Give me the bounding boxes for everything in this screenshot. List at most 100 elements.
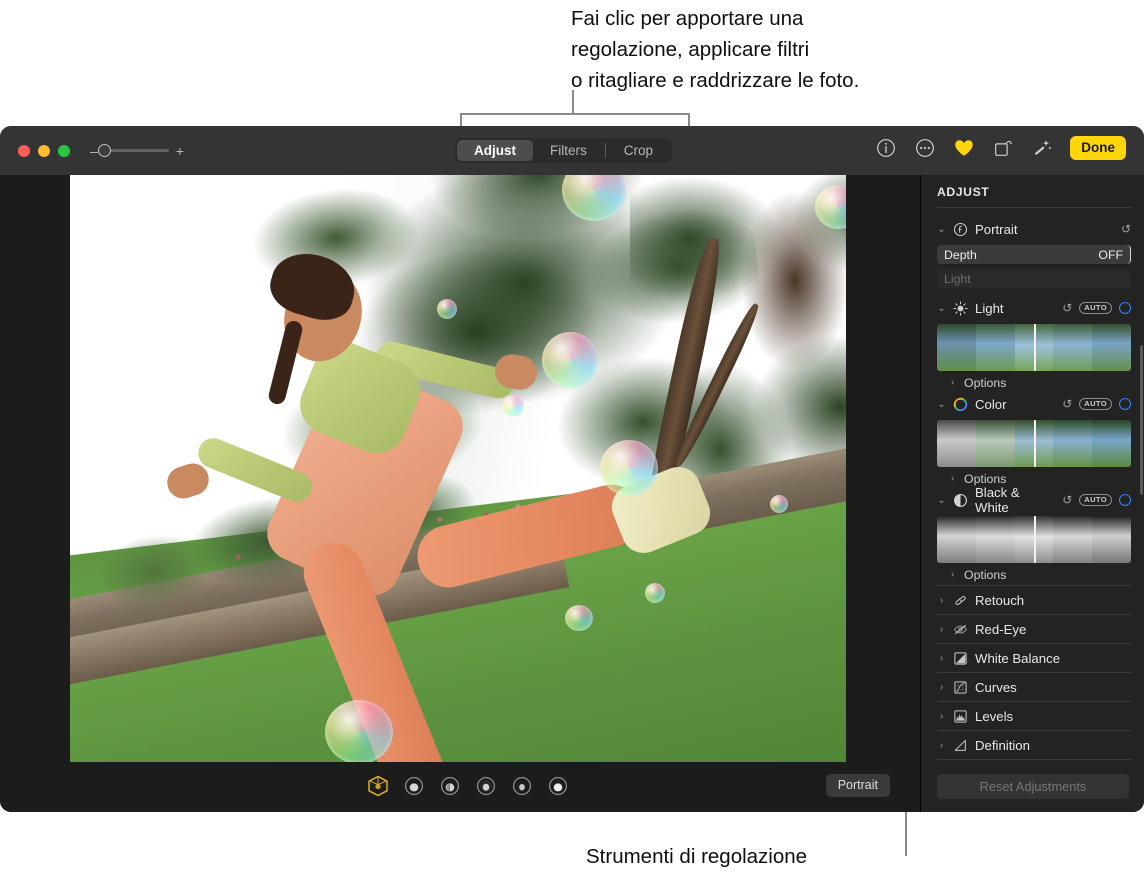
tool-retouch[interactable]: › Retouch [937,585,1131,614]
done-button[interactable]: Done [1070,136,1126,160]
portrait-depth-slider[interactable]: Depth OFF [937,245,1131,264]
light-options-row[interactable]: › Options [937,372,1131,393]
light-options-label: Options [964,375,1007,390]
tab-adjust[interactable]: Adjust [457,140,533,161]
lighting-effect-stage-light-mono[interactable] [510,774,534,798]
light-adjust-ring[interactable] [1119,302,1131,314]
section-color[interactable]: ⌄ Color ↺ AUTO [937,393,1131,415]
color-filmstrip[interactable] [937,420,1131,467]
filmstrip-frame[interactable] [1092,420,1131,467]
aperture-f-icon [953,222,968,237]
color-options-label: Options [964,471,1007,486]
segmented-divider [604,143,606,158]
more-options-icon[interactable] [914,137,936,159]
portrait-depth-label: Depth [944,247,977,262]
filmstrip-playhead[interactable] [1034,516,1036,563]
filmstrip-frame[interactable] [1053,324,1093,371]
revert-icon[interactable]: ↺ [1062,493,1072,507]
enhance-magic-wand-icon[interactable] [1031,137,1053,159]
bw-options-row[interactable]: › Options [937,564,1131,585]
portrait-depth-value: OFF [1098,247,1123,262]
revert-icon[interactable]: ↺ [1121,222,1131,236]
auto-button[interactable]: AUTO [1079,301,1112,315]
revert-icon[interactable]: ↺ [1062,301,1072,315]
callout-top-bracket-left-leg [460,113,462,127]
chevron-down-icon[interactable]: ⌄ [937,495,946,506]
chevron-down-icon[interactable]: ⌄ [937,224,946,235]
section-black-and-white[interactable]: ⌄ Black & White ↺ AUTO [937,485,1131,515]
adjust-sidebar: ADJUST ⌄ Portrait ↺ Depth OFF Light ⌄ Li… [920,175,1144,812]
filmstrip-frame[interactable] [975,324,1015,371]
zoom-in-icon[interactable]: + [176,144,184,158]
close-window-button[interactable] [18,144,30,157]
chevron-right-icon[interactable]: › [937,653,946,664]
filmstrip-frame[interactable] [1092,324,1131,371]
chevron-right-icon[interactable]: › [948,473,957,484]
chevron-right-icon[interactable]: › [937,740,946,751]
filmstrip-frame[interactable] [1092,516,1131,563]
filmstrip-frame[interactable] [1053,516,1093,563]
filmstrip-frame[interactable] [937,324,976,371]
filmstrip-frame[interactable] [1053,420,1093,467]
portrait-light-slider[interactable]: Light [937,269,1131,288]
chevron-right-icon[interactable]: › [937,711,946,722]
filmstrip-frame[interactable] [975,420,1015,467]
tab-filters[interactable]: Filters [533,140,604,161]
color-adjust-ring[interactable] [1119,398,1131,410]
edit-mode-segmented-control[interactable]: Adjust Filters Crop [455,138,673,163]
tool-levels[interactable]: › Levels [937,701,1131,730]
info-icon[interactable] [875,137,897,159]
auto-button[interactable]: AUTO [1079,397,1112,411]
section-portrait[interactable]: ⌄ Portrait ↺ [937,218,1131,240]
rotate-icon[interactable] [992,137,1014,159]
tool-red-eye[interactable]: › Red-Eye [937,614,1131,643]
tool-red-eye-label: Red-Eye [975,621,1027,637]
sidebar-scrollbar[interactable] [1139,345,1143,495]
retouch-bandage-icon [953,593,968,608]
zoom-out-icon[interactable]: – [90,144,98,158]
filmstrip-playhead[interactable] [1034,420,1036,467]
zoom-slider[interactable]: – + [90,143,184,158]
chevron-right-icon[interactable]: › [937,595,946,606]
filmstrip-frame[interactable] [937,516,976,563]
light-filmstrip[interactable] [937,324,1131,371]
section-light[interactable]: ⌄ Light ↺ AUTO [937,297,1131,319]
zoom-slider-track[interactable] [97,143,169,157]
photo-bubble [325,700,393,762]
filmstrip-frame[interactable] [937,420,976,467]
chevron-right-icon[interactable]: › [948,569,957,580]
portrait-lighting-strip: Portrait [0,762,920,812]
favorite-heart-icon[interactable] [953,137,975,159]
tool-white-balance[interactable]: › White Balance [937,643,1131,672]
tool-curves[interactable]: › Curves [937,672,1131,701]
lighting-effect-contour-light[interactable] [438,774,462,798]
revert-icon[interactable]: ↺ [1062,397,1072,411]
portrait-mode-badge[interactable]: Portrait [825,774,890,797]
lighting-effect-stage-light[interactable] [474,774,498,798]
tool-definition[interactable]: › Definition [937,730,1131,759]
minimize-window-button[interactable] [38,144,50,157]
chevron-right-icon[interactable]: › [948,377,957,388]
edited-photo[interactable] [70,175,846,762]
photo-bubble [542,332,598,388]
white-balance-icon [953,651,968,666]
chevron-right-icon[interactable]: › [937,624,946,635]
tab-crop[interactable]: Crop [607,140,670,161]
tool-curves-label: Curves [975,679,1017,695]
filmstrip-frame[interactable] [975,516,1015,563]
lighting-effect-natural-light[interactable] [366,774,390,798]
lighting-effect-high-key-mono[interactable] [546,774,570,798]
reset-adjustments-button[interactable]: Reset Adjustments [937,774,1129,799]
zoom-slider-knob[interactable] [97,143,111,157]
sun-icon [953,300,968,316]
adjust-sidebar-scroll-area[interactable]: ADJUST ⌄ Portrait ↺ Depth OFF Light ⌄ Li… [921,175,1144,761]
black-and-white-filmstrip[interactable] [937,516,1131,563]
filmstrip-playhead[interactable] [1034,324,1036,371]
bw-adjust-ring[interactable] [1119,494,1131,506]
chevron-right-icon[interactable]: › [937,682,946,693]
zoom-window-button[interactable] [58,144,70,157]
auto-button[interactable]: AUTO [1079,493,1112,507]
chevron-down-icon[interactable]: ⌄ [937,303,946,314]
lighting-effect-studio-light[interactable] [402,774,426,798]
chevron-down-icon[interactable]: ⌄ [937,399,946,410]
